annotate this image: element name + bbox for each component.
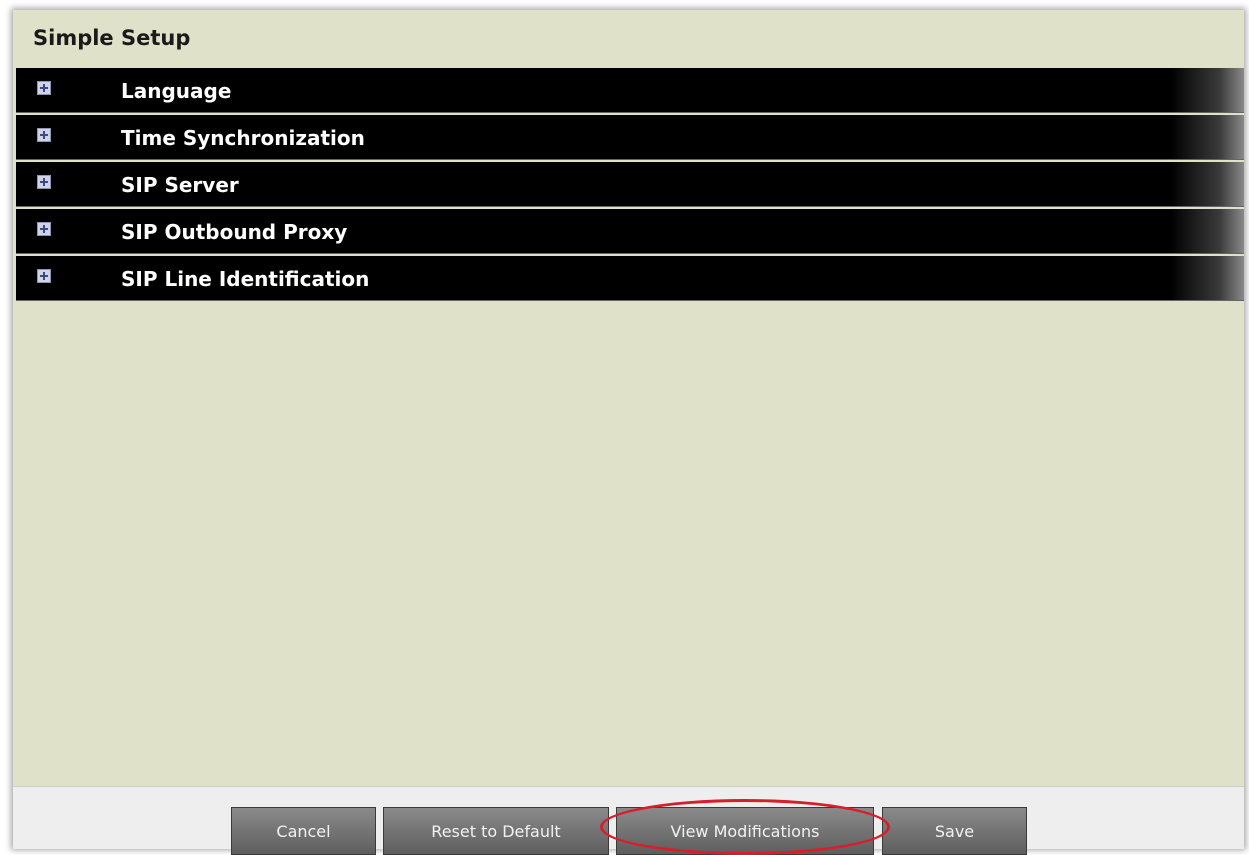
section-time-synchronization[interactable]: Time Synchronization bbox=[16, 115, 1244, 160]
button-bar: Cancel Reset to Default View Modificatio… bbox=[13, 786, 1244, 855]
expand-plus-icon[interactable] bbox=[37, 269, 51, 283]
simple-setup-panel: Simple Setup Language Time Synchronizati… bbox=[13, 10, 1244, 855]
section-sip-outbound-proxy[interactable]: SIP Outbound Proxy bbox=[16, 209, 1244, 254]
section-label: SIP Outbound Proxy bbox=[121, 220, 348, 244]
expand-plus-icon[interactable] bbox=[37, 222, 51, 236]
expand-plus-icon[interactable] bbox=[37, 128, 51, 142]
section-label: Time Synchronization bbox=[121, 126, 365, 150]
section-sip-server[interactable]: SIP Server bbox=[16, 162, 1244, 207]
expand-plus-icon[interactable] bbox=[37, 175, 51, 189]
section-label: SIP Server bbox=[121, 173, 239, 197]
section-sip-line-identification[interactable]: SIP Line Identification bbox=[16, 256, 1244, 301]
section-list: Language Time Synchronization SIP Server… bbox=[16, 68, 1244, 303]
section-label: Language bbox=[121, 79, 232, 103]
section-language[interactable]: Language bbox=[16, 68, 1244, 113]
expand-plus-icon[interactable] bbox=[37, 81, 51, 95]
page-title: Simple Setup bbox=[33, 26, 191, 50]
section-label: SIP Line Identification bbox=[121, 267, 370, 291]
